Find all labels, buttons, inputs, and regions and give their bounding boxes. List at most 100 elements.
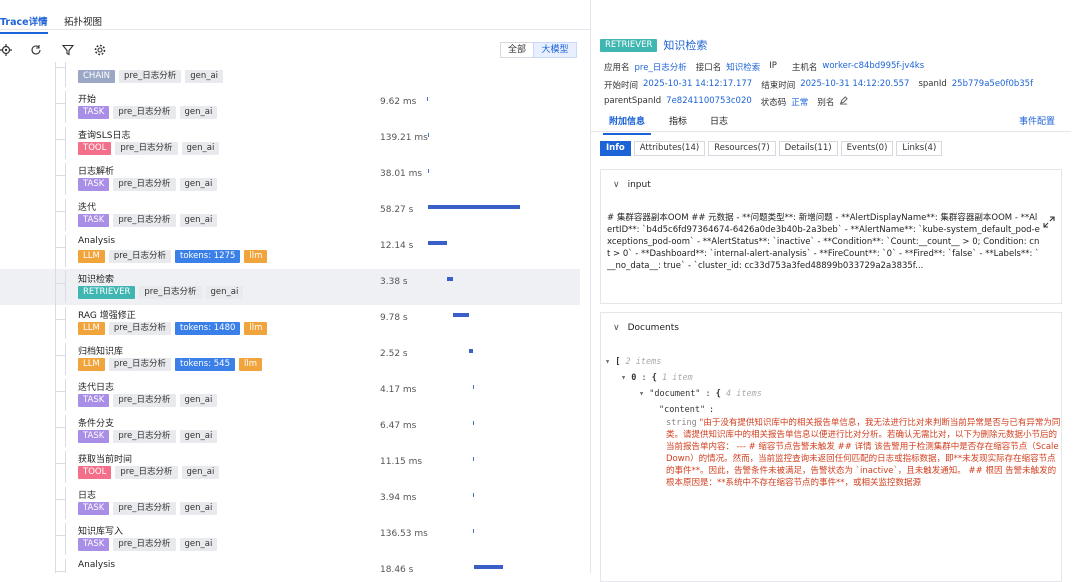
- timeline-bar: [427, 169, 429, 173]
- span-duration: 139.21 ms: [380, 133, 428, 143]
- span-kind-badge: CHAIN: [78, 70, 116, 83]
- mode-all-button[interactable]: 全部: [500, 42, 534, 58]
- end-label: 结束时间: [761, 81, 796, 91]
- json-index-0[interactable]: ▾ 0 : { 1 item: [621, 373, 693, 383]
- bottom-fade: [601, 537, 1061, 581]
- span-tag: pre_日志分析: [108, 322, 171, 335]
- app-value[interactable]: pre_日志分析: [635, 61, 687, 73]
- start-label: 开始时间: [604, 81, 639, 91]
- span-tag: gen_ai: [185, 70, 224, 83]
- llm-badge: llm: [244, 250, 268, 263]
- span-row[interactable]: AnalysisLLMpre_日志分析18.46 s: [0, 553, 580, 573]
- span-row[interactable]: 归档知识库 LLM pre_日志分析 tokens: 545 llm 2.52 s: [0, 337, 580, 377]
- mode-llm-button[interactable]: 大模型: [533, 42, 577, 58]
- timeline-bar: [453, 313, 469, 317]
- spanid-value[interactable]: 25b779a5e0f0b35f: [952, 79, 1033, 91]
- llm-badge: llm: [244, 322, 268, 335]
- host-value[interactable]: worker-c84bd995f-jv4ks: [822, 61, 924, 73]
- tab-extra-info[interactable]: 附加信息: [602, 114, 652, 135]
- filter-icon[interactable]: [62, 44, 74, 56]
- spanid-label: spanId: [918, 79, 947, 89]
- status-value: 正常: [791, 98, 809, 108]
- expand-icon[interactable]: [1043, 216, 1055, 228]
- span-row[interactable]: RAG 增强修正 LLM pre_日志分析 tokens: 1480 llm 9.78 s: [0, 301, 580, 341]
- span-tag: pre_日志分析: [113, 430, 176, 443]
- span-duration: 58.27 s: [380, 205, 414, 215]
- span-duration: 12.14 s: [380, 241, 414, 251]
- span-tag: pre_日志分析: [108, 250, 171, 263]
- span-row[interactable]: Analysis LLM pre_日志分析 tokens: 1275 llm 12.14 …: [0, 229, 580, 269]
- subtab-resources[interactable]: Resources(7): [708, 141, 776, 156]
- span-duration: 4.17 ms: [380, 385, 417, 395]
- tree-guide: [65, 415, 66, 447]
- tab-metrics[interactable]: 指标: [669, 114, 687, 127]
- span-row[interactable]: 获取当前时间 TOOL pre_日志分析 gen_ai 11.15 ms: [0, 445, 580, 485]
- timeline-bar: [447, 277, 453, 281]
- tab-topology[interactable]: 拓扑视图: [64, 14, 102, 28]
- tree-branch: [55, 535, 65, 536]
- documents-section: ∨ Documents ▾ [ 2 items ▾ 0 : { 1 item ▾ …: [600, 312, 1062, 582]
- chevron-down-icon: ∨: [613, 180, 620, 190]
- locate-icon[interactable]: [0, 44, 12, 56]
- span-tag: pre_日志分析: [113, 178, 176, 191]
- span-tag: pre_日志分析: [113, 214, 176, 227]
- json-root[interactable]: ▾ [ 2 items: [605, 357, 661, 367]
- span-name: 开始: [78, 95, 97, 105]
- span-row[interactable]: 开始 TASK pre_日志分析 gen_ai 9.62 ms: [0, 85, 580, 125]
- span-duration: 3.38 s: [380, 277, 408, 287]
- edit-icon[interactable]: [839, 96, 849, 105]
- tree-branch: [55, 103, 65, 104]
- tree-branch: [55, 139, 65, 140]
- documents-header[interactable]: ∨ Documents: [613, 323, 679, 333]
- tree-guide: [65, 379, 66, 411]
- span-row[interactable]: 迭代 TASK pre_日志分析 gen_ai 58.27 s: [0, 193, 580, 233]
- end-value: 2025-10-31 14:12:20.557: [800, 79, 910, 89]
- tree-guide: [65, 127, 66, 159]
- span-tag: pre_日志分析: [139, 286, 202, 299]
- span-name: 知识检索: [78, 275, 115, 285]
- span-row[interactable]: 条件分支 TASK pre_日志分析 gen_ai 6.47 ms: [0, 409, 580, 449]
- event-config-link[interactable]: 事件配置: [1019, 114, 1055, 127]
- subtab-events[interactable]: Events(0): [840, 141, 894, 156]
- span-kind-badge: TASK: [78, 430, 110, 443]
- json-content-text: "由于没有提供知识库中的相关报告单信息，我无法进行比对来判断当前异常是否与已有异…: [666, 418, 1061, 488]
- span-name: 迭代日志: [78, 383, 115, 393]
- token-badge: tokens: 1275: [175, 250, 241, 263]
- span-row[interactable]: CHAIN pre_日志分析 gen_ai: [0, 62, 580, 89]
- api-value[interactable]: 知识检索: [726, 61, 760, 73]
- settings-icon[interactable]: [94, 44, 106, 56]
- span-row[interactable]: 日志解析 TASK pre_日志分析 gen_ai 38.01 ms: [0, 157, 580, 197]
- span-row[interactable]: 迭代日志 TASK pre_日志分析 gen_ai 4.17 ms: [0, 373, 580, 413]
- parent-label: parentSpanId: [604, 96, 662, 106]
- tab-logs[interactable]: 日志: [710, 114, 728, 127]
- span-row[interactable]: 查询SLS日志 TOOL pre_日志分析 gen_ai 139.21 ms: [0, 121, 580, 161]
- span-name: 归档知识库: [78, 347, 124, 357]
- span-kind-badge: TASK: [78, 394, 110, 407]
- refresh-icon[interactable]: [30, 44, 42, 56]
- span-row[interactable]: 知识库写入 TASK pre_日志分析 gen_ai 136.53 ms: [0, 517, 580, 557]
- input-title: input: [627, 180, 651, 190]
- span-row[interactable]: 知识检索 RETRIEVER pre_日志分析 gen_ai 3.38 s: [0, 265, 580, 305]
- tree-branch: [55, 391, 65, 392]
- tree-line: [55, 62, 56, 85]
- span-tag: pre_日志分析: [113, 394, 176, 407]
- span-kind-badge: RETRIEVER: [78, 286, 136, 299]
- subtab-links[interactable]: Links(4): [896, 141, 943, 156]
- span-name: Analysis: [78, 560, 116, 570]
- span-detail-panel: RETRIEVER 知识检索 应用名 pre_日志分析 接口名 知识检索 IP 主机…: [591, 0, 1080, 582]
- span-row[interactable]: 日志 TASK pre_日志分析 gen_ai 3.94 ms: [0, 481, 580, 521]
- subtab-details[interactable]: Details(11): [778, 141, 838, 156]
- input-header[interactable]: ∨ input: [613, 180, 651, 190]
- span-tag: gen_ai: [179, 394, 218, 407]
- span-kind-badge: TASK: [78, 538, 110, 551]
- timeline-bar: [473, 493, 475, 497]
- subtab-attributes[interactable]: Attributes(14): [633, 141, 706, 156]
- subtab-info[interactable]: Info: [600, 141, 631, 156]
- json-document[interactable]: ▾ "document" : { 4 items: [639, 389, 762, 399]
- tree-guide: [65, 307, 66, 339]
- parent-value[interactable]: 7e8241100753c020: [666, 96, 752, 108]
- tree-guide: [65, 523, 66, 555]
- tab-trace-detail[interactable]: Trace详情: [0, 14, 48, 34]
- input-section: ∨ input # 集群容器副本OOM ## 元数据 - **问题类型**: 新增…: [600, 169, 1062, 304]
- timeline-bar: [472, 385, 474, 389]
